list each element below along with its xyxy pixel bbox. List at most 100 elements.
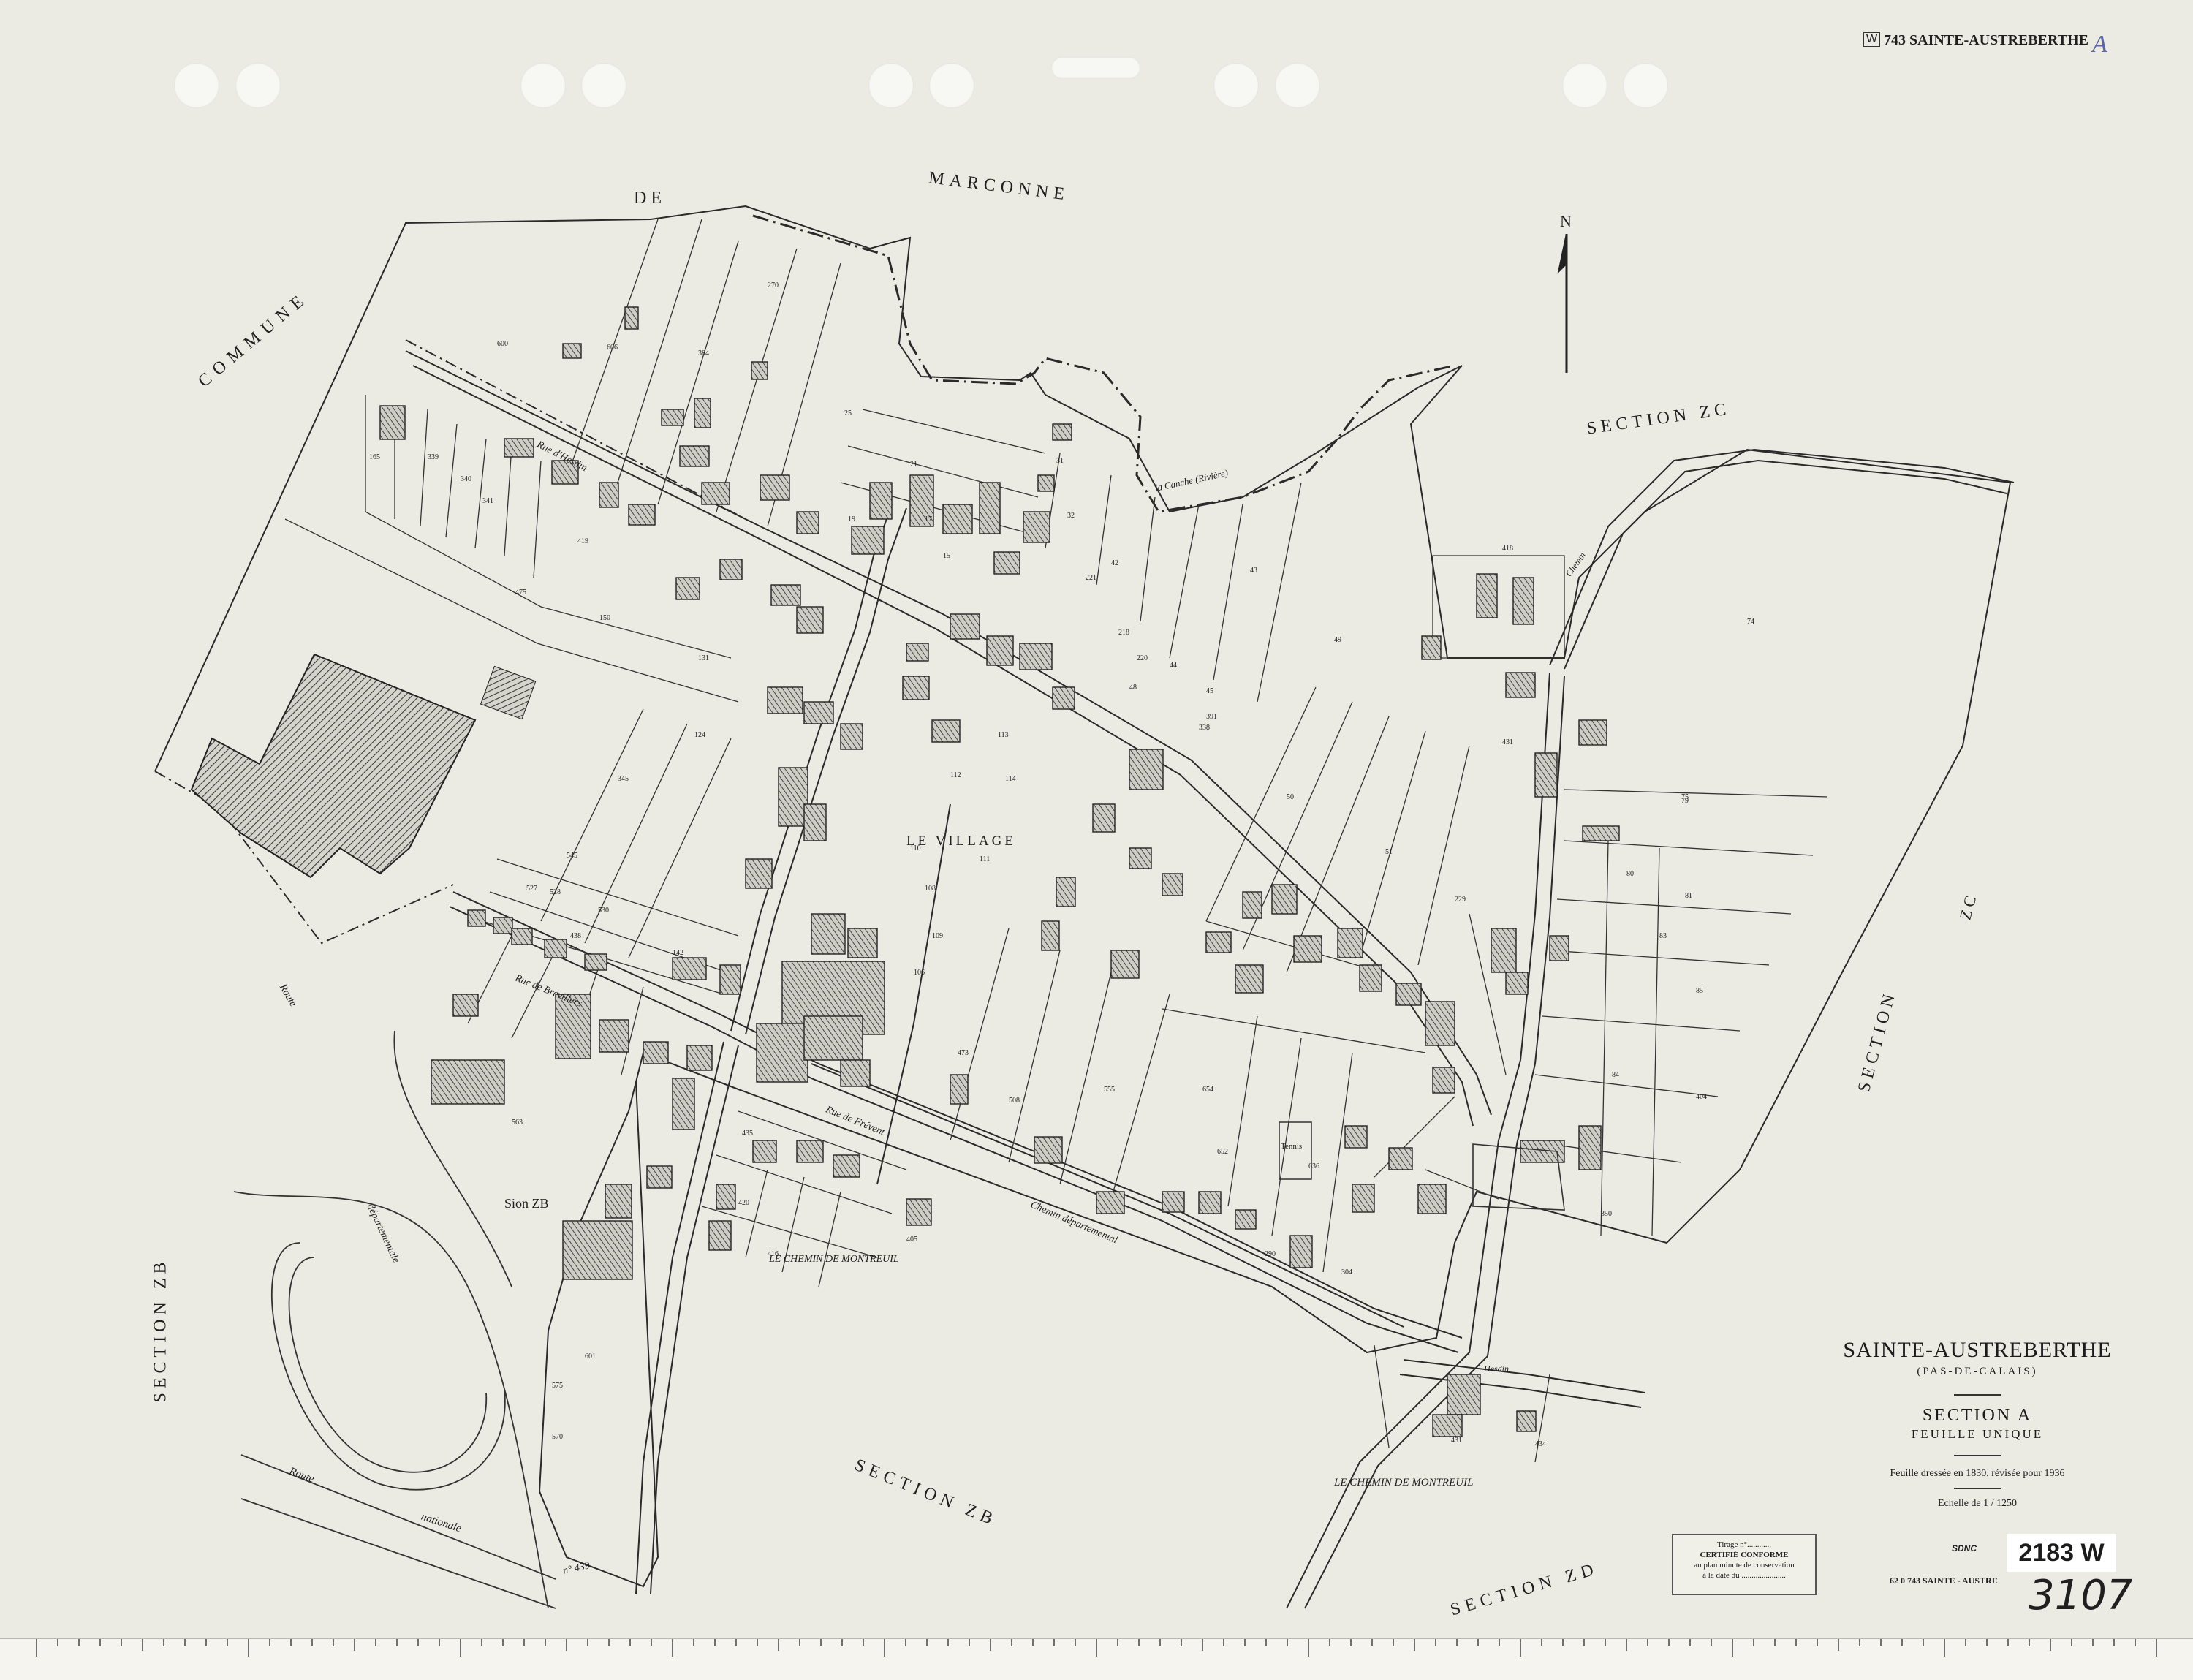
river-canche (752, 214, 1455, 513)
parcel-number: 74 (1747, 618, 1754, 626)
stamp-line: au plan minute de conservation (1694, 1561, 1795, 1570)
sdnc-mark: SDNC (1952, 1543, 1977, 1554)
parcel-number: 31 (1056, 457, 1064, 465)
parcel-number: 435 (742, 1130, 753, 1138)
parcel-number: 17 (925, 515, 932, 523)
title-cartouche: SAINTE-AUSTREBERTHE (PAS-DE-CALAIS) SECT… (1820, 1338, 2135, 1510)
parcel-number: 42 (1111, 559, 1118, 567)
label-north: N (1560, 212, 1572, 230)
parcel-number: 49 (1334, 636, 1341, 644)
parcel-number: 15 (943, 552, 950, 560)
archive-reference: 743 SAINTE-AUSTREBERTHE (1884, 32, 2088, 48)
parcel-number: 84 (1612, 1071, 1619, 1079)
parcel-number: 79 (1681, 797, 1689, 805)
road-vs (1549, 448, 2015, 666)
measuring-ruler (0, 1638, 2193, 1680)
parcel-number: 304 (1341, 1268, 1352, 1276)
parcel-number: 434 (1535, 1440, 1546, 1448)
label-section-zb-left: SECTION ZB (151, 1257, 170, 1403)
parcel-number: 575 (552, 1382, 563, 1390)
corner-mark: A (2092, 31, 2107, 58)
road-vertical-east-2 (1516, 676, 1565, 1145)
parcel-number: 473 (958, 1049, 969, 1057)
parcel-number: 384 (698, 349, 709, 357)
parcel-number: 80 (1626, 870, 1634, 878)
parcel-number: 555 (1104, 1086, 1115, 1094)
north-arrow (1557, 234, 1568, 373)
label-tennis: Tennis (1281, 1142, 1303, 1151)
road-brevillers-2 (449, 906, 1459, 1353)
parcel-number: 545 (567, 852, 577, 860)
parcel-number: 44 (1170, 662, 1177, 670)
road-hesdin-lower-2 (1399, 1374, 1642, 1408)
parcel-number: 165 (369, 453, 380, 461)
parcel-number: 636 (1308, 1162, 1319, 1170)
parcel-number: 45 (1206, 687, 1213, 695)
handwritten-number: 3107 (2029, 1572, 2133, 1619)
parcel-number: 600 (497, 340, 508, 348)
parcel-number: 416 (768, 1250, 779, 1258)
stamp-line: Tirage n°............ (1717, 1540, 1771, 1549)
cartouche-commune: SAINTE-AUSTREBERTHE (1843, 1338, 2112, 1362)
parcel-number: 652 (1217, 1148, 1228, 1156)
parcel-number: 530 (598, 907, 609, 915)
parcel-number: 563 (512, 1119, 523, 1127)
cartouche-section: SECTION A (1922, 1406, 2033, 1425)
certification-stamp: Tirage n°............ CERTIFIÉ CONFORME … (1672, 1534, 1817, 1595)
large-building (190, 653, 477, 879)
parcel-number: 570 (552, 1433, 563, 1441)
parcel-number: 528 (550, 888, 561, 896)
parcel-number: 150 (599, 614, 610, 622)
parcel-number: 418 (1502, 545, 1513, 553)
parcel-number: 475 (515, 589, 526, 597)
archive-code-label: 2183 W (2007, 1534, 2116, 1572)
road-interchange (233, 1030, 556, 1609)
parcel-number: 110 (910, 844, 921, 852)
parcel-number: 345 (618, 775, 629, 783)
parcel-number: 85 (1696, 987, 1703, 995)
section-boundary (154, 205, 2012, 1588)
parcel-number: 431 (1451, 1437, 1462, 1445)
parcel-number: 419 (577, 537, 588, 545)
label-chemin-montreuil-1: LE CHEMIN DE MONTREUIL (769, 1254, 899, 1265)
cartouche-revision: Feuille dressée en 1830, révisée pour 19… (1890, 1468, 2065, 1479)
parcel-number: 113 (998, 731, 1009, 739)
parcel-number: 404 (1696, 1093, 1707, 1101)
cartouche-scale: Echelle de 1 / 1250 (1937, 1498, 2018, 1509)
parcel-number: 131 (698, 654, 709, 662)
parcel-number: 270 (768, 281, 779, 290)
parcel-number: 420 (738, 1199, 749, 1207)
map-sheet: W 743 SAINTE-AUSTREBERTHE A DE MARCONNE … (0, 0, 2193, 1680)
parcel-number: 391 (1206, 713, 1217, 721)
parcel-number: 339 (428, 453, 439, 461)
parcel-number: 142 (673, 949, 683, 957)
stamp-line: à la date du ...................... (1702, 1571, 1786, 1580)
parcel-number: 508 (1009, 1097, 1020, 1105)
archive-badge: W (1863, 32, 1881, 47)
parcel-number: 111 (980, 855, 991, 863)
parcel-number: 340 (461, 475, 471, 483)
parcel-number: 112 (950, 771, 961, 779)
parcel-number: 221 (1086, 574, 1096, 582)
parcel-number: 350 (1601, 1210, 1612, 1218)
parcel-number: 32 (1067, 512, 1075, 520)
parcel-number: 220 (1137, 654, 1148, 662)
label-de: DE (634, 189, 666, 208)
parcel-number: 81 (1685, 892, 1692, 900)
parcel-number: 83 (1659, 932, 1667, 940)
label-sion-zb: Sion ZB (504, 1196, 549, 1211)
parcel-number: 108 (925, 885, 936, 893)
road-north-south-2 (745, 507, 907, 1035)
parcel-number: 438 (570, 932, 581, 940)
parcel-number: 229 (1455, 896, 1466, 904)
parcel-number: 19 (848, 515, 855, 523)
label-le-village: LE VILLAGE (906, 833, 1016, 849)
parcel-number: 601 (585, 1352, 596, 1361)
label-chemin-montreuil-2: LE CHEMIN DE MONTREUIL (1334, 1477, 1474, 1488)
road-hesdin-lower (1403, 1359, 1645, 1393)
parcel-number: 114 (1005, 775, 1016, 783)
road-to-ZB (876, 803, 951, 1185)
parcel-number: 341 (482, 497, 493, 505)
parcel-number: 51 (1385, 848, 1393, 856)
parcel-number: 50 (1287, 793, 1294, 801)
